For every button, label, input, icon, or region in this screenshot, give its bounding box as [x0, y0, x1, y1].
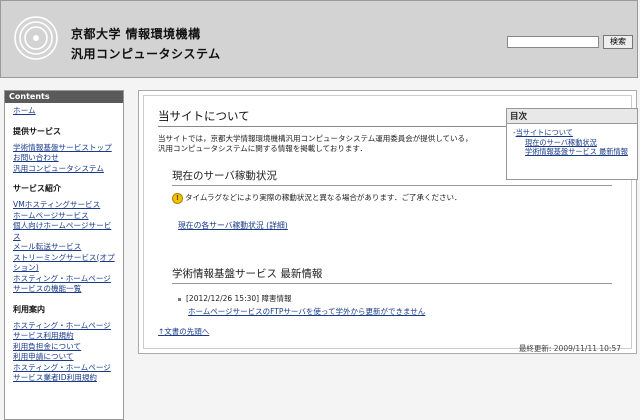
- sidebar-link[interactable]: 汎用コンピュータシステム: [13, 164, 115, 175]
- toc-link-news[interactable]: 学術情報基盤サービス 最新情報: [513, 147, 631, 157]
- search-button[interactable]: 検索: [603, 35, 633, 49]
- bullet-icon: [178, 297, 181, 301]
- sidebar-link[interactable]: お問い合わせ: [13, 153, 115, 164]
- news-item: [2012/12/26 15:30] 障害情報: [178, 294, 291, 304]
- sidebar: Contents ホーム 提供サービス 学術情報基盤サービストップ お問い合わせ…: [4, 90, 124, 420]
- server-status-heading: 現在のサーバ稼動状況: [172, 168, 612, 186]
- sidebar-section-title: サービス紹介: [13, 184, 61, 193]
- warning-icon: !: [172, 192, 183, 204]
- toc-link-about[interactable]: 当サイトについて: [516, 128, 573, 137]
- sidebar-link[interactable]: ホスティング・ホームページサービスの機能一覧: [13, 274, 115, 295]
- search-input[interactable]: [507, 36, 599, 48]
- news-heading: 学術情報基盤サービス 最新情報: [172, 266, 612, 284]
- main-content: 当サイトについて 当サイトでは，京都大学情報環境機構汎用コンピュータシステム運用…: [138, 90, 638, 354]
- sidebar-link[interactable]: 利用申請について: [13, 352, 115, 363]
- site-header: 京都大学 情報環境機構 汎用コンピュータシステム 検索: [0, 0, 638, 78]
- org-name: 京都大学 情報環境機構: [71, 27, 201, 41]
- sidebar-link[interactable]: 利用負担金について: [13, 342, 115, 353]
- sidebar-link[interactable]: メール転送サービス: [13, 242, 115, 253]
- last-updated: 最終更新: 2009/11/11 10:57: [518, 344, 621, 353]
- sidebar-section-title: 利用案内: [13, 304, 45, 314]
- back-to-top-link[interactable]: ↑文書の先頭へ: [158, 326, 209, 337]
- sidebar-link[interactable]: ストリーミングサービス(オプション): [13, 253, 115, 274]
- toc-link-server-status[interactable]: 現在のサーバ稼動状況: [513, 138, 631, 148]
- sidebar-link[interactable]: ホスティング・ホームページサービス利用規約: [13, 321, 115, 342]
- intro-text: 当サイトでは，京都大学情報環境機構汎用コンピュータシステム運用委員会が提供してい…: [158, 134, 473, 153]
- news-date: [2012/12/26 15:30] 障害情報: [186, 294, 292, 303]
- sidebar-link[interactable]: ホスティング・ホームページサービス業者ID利用規約: [13, 363, 115, 384]
- system-name: 汎用コンピュータシステム: [71, 47, 221, 61]
- sidebar-link[interactable]: VMホスティングサービス: [13, 200, 115, 211]
- sidebar-link[interactable]: ホームページサービス: [13, 211, 115, 222]
- sidebar-link[interactable]: 個人向けホームページサービス: [13, 221, 115, 242]
- status-notice: ! タイムラグなどにより実際の稼動状況と異なる場合があります．ご了承ください．: [172, 192, 462, 204]
- news-link[interactable]: ホームページサービスのFTPサーバを使って学外から更新ができません: [188, 306, 425, 317]
- sidebar-section-title: 提供サービス: [13, 126, 61, 136]
- notice-text: タイムラグなどにより実際の稼動状況と異なる場合があります．ご了承ください．: [185, 193, 462, 202]
- sidebar-title: Contents: [5, 91, 123, 103]
- sidebar-link-home[interactable]: ホーム: [13, 106, 115, 117]
- back-to-top-label: 文書の先頭へ: [164, 327, 210, 336]
- signal-logo-icon: [14, 16, 58, 60]
- server-status-link[interactable]: 現在の各サーバ稼動状況 (詳細): [178, 220, 288, 231]
- sidebar-link[interactable]: 学術情報基盤サービストップ: [13, 143, 115, 154]
- toc-title: 目次: [507, 109, 637, 124]
